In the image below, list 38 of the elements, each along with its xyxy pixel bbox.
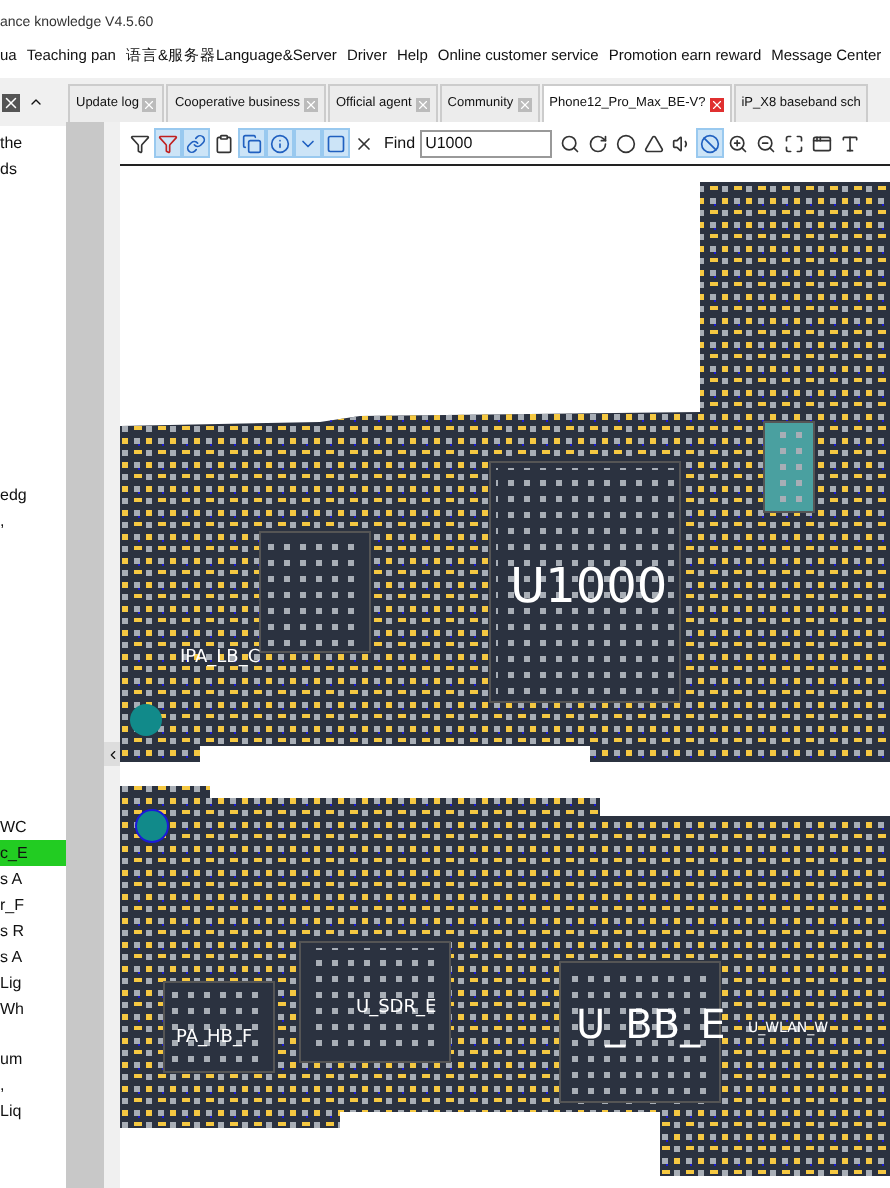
collapse-icon[interactable] (28, 94, 44, 110)
component-label: PA_HB_F (176, 1028, 253, 1048)
chip-outline (163, 981, 275, 1073)
sidebar-item[interactable]: s R (0, 918, 24, 944)
find-field[interactable]: U1000 (419, 129, 552, 157)
chip-outline (259, 531, 371, 653)
link-icon[interactable] (182, 128, 210, 158)
square-icon[interactable] (322, 128, 350, 158)
component-label: U_SDR_E (356, 998, 437, 1018)
sidebar-item[interactable]: Lig (0, 970, 22, 996)
scrollbar[interactable] (66, 122, 104, 1188)
chevron-icon[interactable] (294, 128, 322, 158)
sidebar-item[interactable]: , (0, 508, 5, 534)
slash-circle-icon[interactable] (695, 128, 724, 158)
sidebar-item[interactable]: c_E (0, 840, 66, 866)
chevron-left-icon (105, 747, 119, 761)
sidebar-item[interactable]: s A (0, 944, 23, 970)
sidebar-item[interactable]: Liq (0, 1098, 22, 1124)
sidebar-item[interactable]: um (0, 1046, 23, 1072)
mounting-hole (130, 704, 162, 736)
sidebar-item[interactable]: WC (0, 814, 27, 840)
sidebar-item[interactable]: the (0, 130, 23, 156)
sidebar-item[interactable]: Wh (0, 996, 24, 1022)
chip-outline (763, 421, 815, 513)
info-icon[interactable] (266, 128, 294, 158)
sidebar-item[interactable]: , (0, 1072, 5, 1098)
sidebar-item[interactable]: edg (0, 482, 27, 508)
sidebar-item[interactable]: ds (0, 156, 17, 182)
sidebar-item[interactable]: s A (0, 866, 23, 892)
copy-icon[interactable] (238, 128, 266, 158)
mounting-hole (135, 809, 169, 843)
collapse-button[interactable] (104, 742, 120, 766)
find-label: Find (384, 131, 416, 155)
close-icon[interactable] (2, 93, 20, 111)
component-label: IPA_LB_C (180, 648, 261, 668)
component-label: U1000 (510, 558, 668, 614)
sidebar-item[interactable]: r_F (0, 892, 24, 918)
component-label: U_BB_E (576, 1000, 726, 1048)
